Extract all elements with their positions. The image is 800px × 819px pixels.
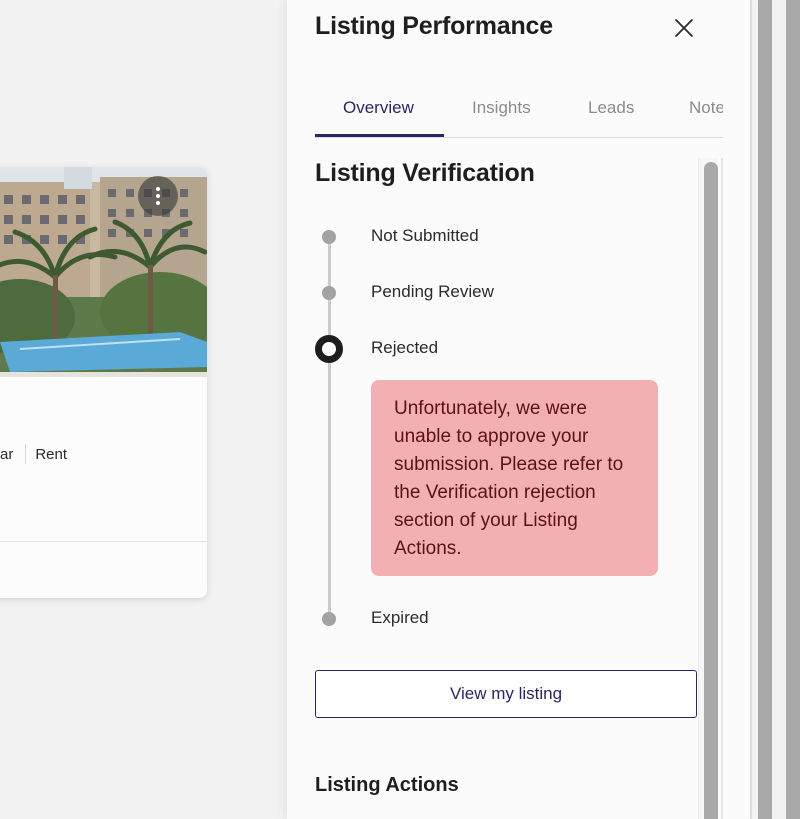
- listing-card[interactable]: ar Rent: [0, 167, 207, 598]
- tab-insights[interactable]: Insights: [472, 91, 531, 137]
- step-dot: [322, 612, 336, 626]
- page-scrollbar-outer[interactable]: [786, 0, 800, 819]
- panel-title: Listing Performance: [315, 12, 553, 40]
- meta-separator: [25, 444, 27, 464]
- panel-content: Listing Verification Not Submitted Pendi…: [287, 148, 750, 819]
- page-scrollbar[interactable]: [758, 0, 772, 819]
- step-label: Expired: [371, 608, 429, 627]
- listing-meta-tag: Rent: [35, 445, 68, 463]
- page: ar Rent Listing Performance Overview Ins…: [0, 0, 800, 819]
- step-label: Rejected: [371, 338, 439, 357]
- listing-photo[interactable]: [0, 167, 207, 377]
- scrollbar-edge: [721, 158, 723, 819]
- page-scroll-gap: [772, 0, 786, 819]
- tab-notes[interactable]: Note: [689, 91, 723, 137]
- listing-meta: ar Rent: [0, 443, 67, 465]
- tab-leads[interactable]: Leads: [588, 91, 634, 137]
- tab-overview[interactable]: Overview: [343, 91, 414, 137]
- kebab-menu-icon[interactable]: [138, 176, 178, 216]
- step-dot: [322, 286, 336, 300]
- step-dot: [322, 230, 336, 244]
- scrollbar-thumb[interactable]: [704, 162, 718, 819]
- card-divider: [0, 541, 207, 542]
- verification-title: Listing Verification: [315, 159, 535, 187]
- view-listing-button[interactable]: View my listing: [315, 670, 697, 718]
- close-button[interactable]: [669, 13, 699, 43]
- rejection-message: Unfortunately, we were unable to approve…: [371, 380, 658, 576]
- listing-actions-title: Listing Actions: [315, 774, 459, 796]
- panel-tabs: Overview Insights Leads Note: [315, 91, 723, 138]
- step-label: Not Submitted: [371, 226, 479, 245]
- current-step-dot: [315, 335, 343, 363]
- listing-meta-tag: ar: [0, 445, 14, 463]
- active-tab-indicator: [315, 134, 444, 137]
- listing-performance-panel: Listing Performance Overview Insights Le…: [287, 0, 750, 819]
- close-icon: [675, 19, 693, 37]
- step-label: Pending Review: [371, 282, 494, 301]
